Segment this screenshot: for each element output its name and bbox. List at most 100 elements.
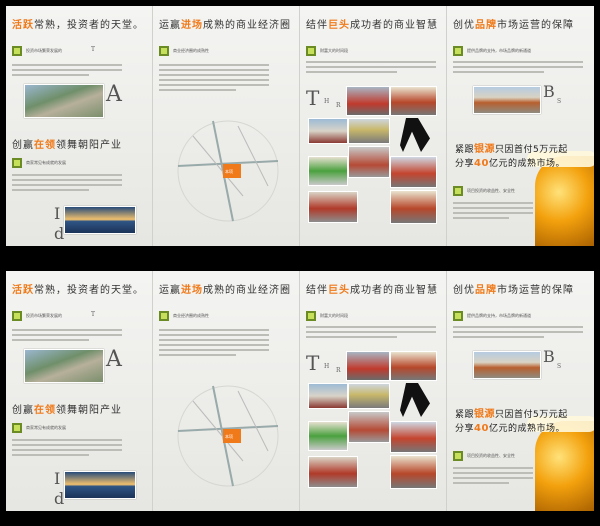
body-text-block [159, 329, 269, 359]
body-text-block [306, 326, 436, 341]
promo-line-1: 紧跟银源只因首付5万元起 [455, 409, 568, 420]
caption: 商业经济圈的成熟性 [173, 313, 209, 318]
green-tag-icon [12, 423, 22, 433]
building-photo [473, 351, 541, 379]
body-text-block [453, 202, 533, 222]
store-photo [390, 421, 437, 453]
store-photo [390, 455, 437, 489]
panel-brand-guarantee: 创优品牌市场运营的保障 提供品牌的支持，市场品牌的新通道 B S 紧跟银源只因首… [447, 271, 594, 511]
heading-text: 常熟，投资者的天堂。 [34, 20, 144, 31]
map-project-label: 本项 [225, 434, 233, 439]
decor-letter-i: I [54, 204, 61, 223]
body-text-block [12, 64, 122, 79]
store-photo [390, 86, 437, 116]
decor-letter-d: d [54, 489, 65, 508]
panel-heading: 活跃常熟，投资者的天堂。 [12, 16, 144, 31]
store-photo [348, 146, 390, 178]
promo-line-1: 紧跟银源只因首付5万元起 [455, 144, 568, 155]
caption: 投资市场繁荣发展的 [26, 48, 62, 53]
panel-brand-guarantee: 创优品牌市场运营的保障 提供品牌的支持，市场品牌的新通道 B S 紧跟银源只因首… [447, 6, 594, 246]
decor-letter-t: T [306, 86, 320, 110]
caption: 投资市场繁荣发展的 [26, 313, 62, 318]
panel-heading: 创优品牌市场运营的保障 [453, 20, 574, 31]
beer-glass-image [535, 421, 594, 511]
body-text-block [159, 64, 269, 94]
panel-business-wisdom: 结伴巨头成功者的商业智慧 财富大的时间段 T H R [300, 6, 447, 246]
store-photo [308, 191, 358, 223]
promo-line-2: 分享40亿元的成熟市场。 [455, 158, 565, 169]
decor-letter-t: T [306, 351, 320, 375]
decor-letter-h: H [324, 363, 330, 370]
store-photo [308, 456, 358, 488]
caption: 财富大的时间段 [320, 313, 348, 318]
green-tag-icon [453, 46, 463, 56]
store-photo [390, 351, 437, 381]
caption: 提供品牌的支持，市场品牌的新通道 [467, 313, 531, 318]
sub-heading: 创赢在领领舞朝阳产业 [12, 405, 122, 416]
panel-invest-paradise: 活跃常熟，投资者的天堂。 投资市场繁荣发展的 T A 创赢在领领舞朝阳产业 商家… [6, 6, 153, 246]
aerial-city-photo [24, 349, 104, 383]
store-photo [308, 118, 348, 144]
caption: 商家常见有成就的发展 [26, 160, 66, 165]
panel-heading: 结伴巨头成功者的商业智慧 [306, 285, 438, 296]
green-tag-icon [159, 311, 169, 321]
decor-letter-s: S [557, 98, 562, 105]
sub-heading: 创赢在领领舞朝阳产业 [12, 140, 122, 151]
store-photo [390, 156, 437, 188]
panel-invest-paradise: 活跃常熟，投资者的天堂。 投资市场繁荣发展的 T A 创赢在领领舞朝阳产业 商家… [6, 271, 153, 511]
green-tag-icon [159, 46, 169, 56]
store-photo [348, 118, 390, 144]
body-text-block [12, 329, 122, 344]
green-tag-icon [453, 186, 463, 196]
decor-letter-i: I [54, 469, 61, 488]
body-text-block [453, 467, 533, 487]
beer-glass-image [535, 156, 594, 246]
panel-heading: 运赢进场成熟的商业经济圈 [159, 285, 291, 296]
decor-letter-a: A [106, 82, 122, 107]
brochure-sheet-top: 活跃常熟，投资者的天堂。 投资市场繁荣发展的 T A 创赢在领领舞朝阳产业 商家… [6, 6, 594, 246]
caption: 提供品牌的支持，市场品牌的新通道 [467, 48, 531, 53]
panel-heading: 结伴巨头成功者的商业智慧 [306, 20, 438, 31]
decor-letter-r: R [336, 102, 341, 109]
panel-heading: 创优品牌市场运营的保障 [453, 285, 574, 296]
runner-silhouette-icon [400, 118, 430, 152]
store-photo [308, 421, 348, 451]
runner-silhouette-icon [400, 383, 430, 417]
caption: 项目投资的收益性、安全性 [467, 453, 515, 458]
map-project-label: 本项 [225, 169, 233, 174]
lake-sunset-photo [64, 471, 136, 499]
green-tag-icon [12, 46, 22, 56]
store-photo [348, 411, 390, 443]
caption: 商家常见有成就的发展 [26, 425, 66, 430]
green-tag-icon [306, 311, 316, 321]
caption: 项目投资的收益性、安全性 [467, 188, 515, 193]
decor-letter-b: B [543, 82, 555, 101]
lake-sunset-photo [64, 206, 136, 234]
caption: 商业经济圈的成熟性 [173, 48, 209, 53]
green-tag-icon [12, 158, 22, 168]
green-tag-icon [453, 311, 463, 321]
aerial-city-photo [24, 84, 104, 118]
store-photo [346, 86, 390, 116]
decor-letter-h: H [324, 98, 330, 105]
store-photo [348, 383, 390, 409]
panel-business-circle: 运赢进场成熟的商业经济圈 商业经济圈的成熟性 本项 [153, 271, 300, 511]
body-text-block [453, 326, 583, 341]
panel-heading: 运赢进场成熟的商业经济圈 [159, 20, 291, 31]
body-text-block [12, 439, 122, 459]
green-tag-icon [453, 451, 463, 461]
body-text-block [453, 61, 583, 76]
decor-letter: T [91, 311, 96, 318]
brochure-sheet-bottom: 活跃常熟，投资者的天堂。 投资市场繁荣发展的 T A 创赢在领领舞朝阳产业 商家… [6, 271, 594, 511]
decor-letter-d: d [54, 224, 65, 243]
panel-business-circle: 运赢进场成熟的商业经济圈 商业经济圈的成熟性 本项 [153, 6, 300, 246]
store-photo [308, 156, 348, 186]
panel-business-wisdom: 结伴巨头成功者的商业智慧 财富大的时间段 T H R [300, 271, 447, 511]
decor-letter-s: S [557, 363, 562, 370]
panel-heading: 活跃常熟，投资者的天堂。 [12, 285, 144, 296]
building-photo [473, 86, 541, 114]
store-photo [346, 351, 390, 381]
heading-highlight: 活跃 [12, 20, 34, 31]
body-text-block [12, 174, 122, 194]
green-tag-icon [12, 311, 22, 321]
